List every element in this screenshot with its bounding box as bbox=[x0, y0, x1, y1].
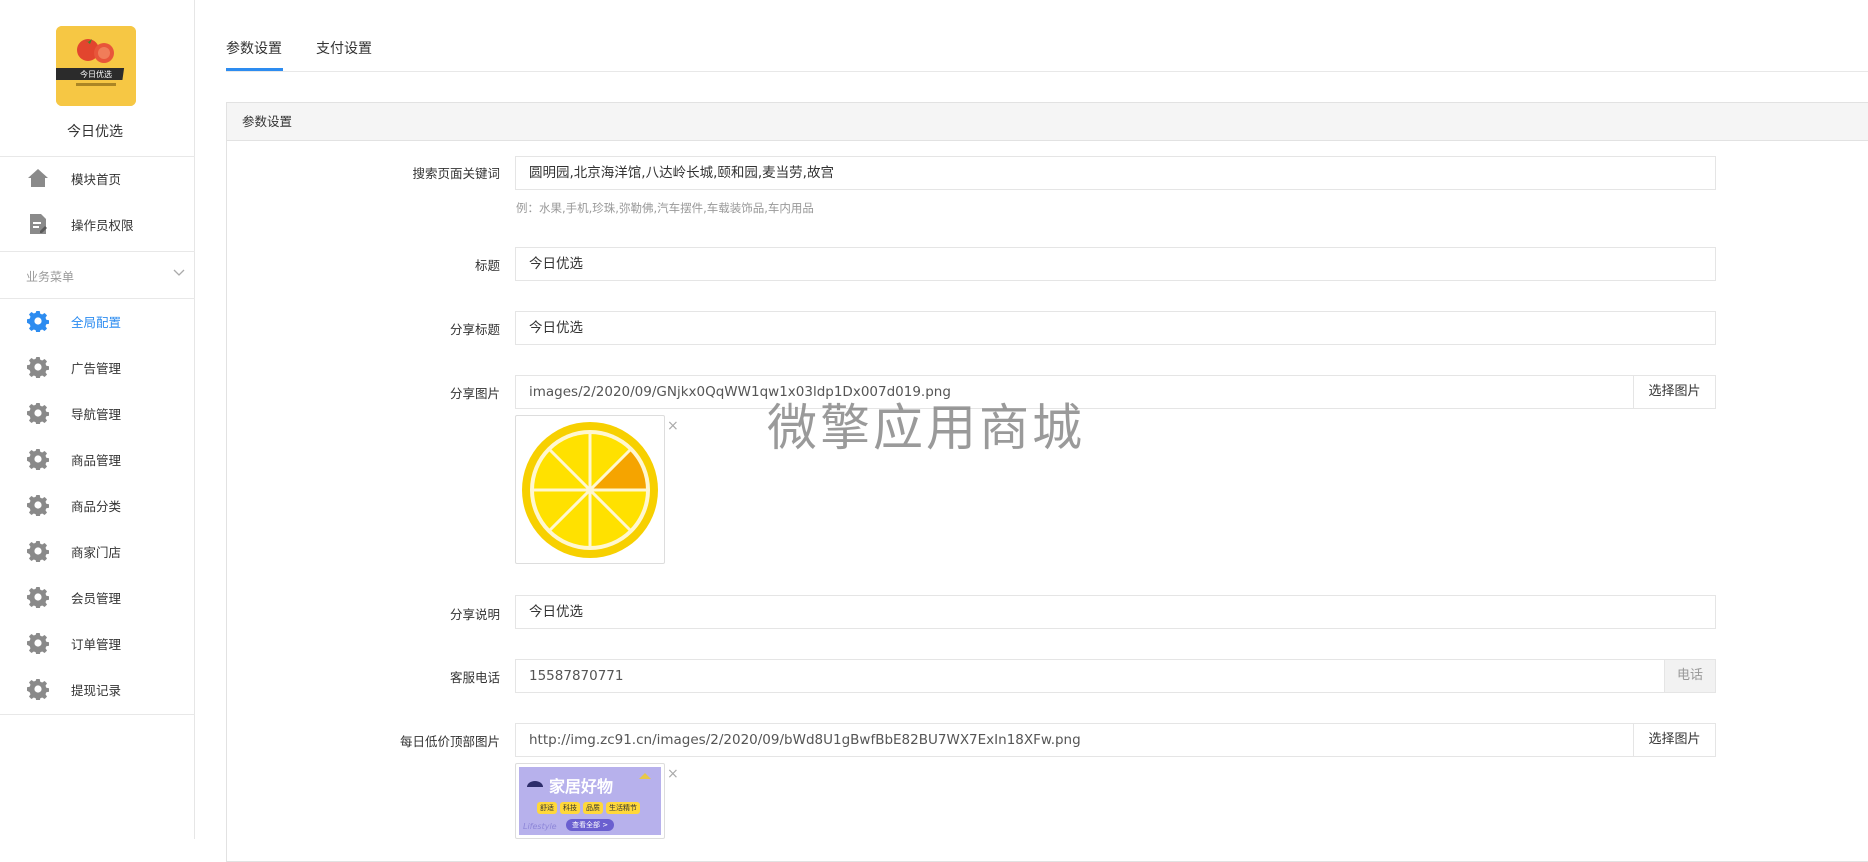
share-desc-label: 分享说明 bbox=[449, 607, 500, 622]
home-icon bbox=[26, 166, 50, 190]
share-title-input[interactable]: 今日优选 bbox=[515, 311, 1716, 345]
watermark-text: 微擎应用商城 bbox=[767, 399, 1085, 457]
lemon-slice-image bbox=[522, 422, 658, 558]
tab-param-settings[interactable]: 参数设置 bbox=[226, 38, 282, 58]
sidebar-item-label: 广告管理 bbox=[71, 360, 122, 376]
home-goods-banner-image: 家居好物 舒适 科技 品质 生活精节 查看全部 > Lifestyle bbox=[519, 767, 661, 835]
search-keywords-label: 搜索页面关键词 bbox=[412, 166, 500, 181]
sidebar-item-module-home[interactable]: 模块首页 bbox=[0, 158, 195, 198]
sidebar-item-label: 操作员权限 bbox=[71, 217, 134, 233]
sidebar-item-9[interactable]: 提现记录 bbox=[0, 669, 195, 709]
sidebar-item-label: 导航管理 bbox=[71, 406, 122, 422]
sidebar-item-label: 订单管理 bbox=[71, 636, 122, 652]
title-input[interactable]: 今日优选 bbox=[515, 247, 1716, 281]
svg-text:今日优选: 今日优选 bbox=[80, 69, 112, 79]
tab-payment-settings[interactable]: 支付设置 bbox=[316, 38, 372, 58]
banner-tag: 生活精节 bbox=[606, 802, 640, 814]
divider bbox=[0, 251, 195, 252]
panel-title: 参数设置 bbox=[227, 103, 1868, 141]
gear-icon bbox=[26, 677, 50, 701]
gear-icon bbox=[26, 631, 50, 655]
shop-logo: 今日优选 bbox=[56, 26, 136, 106]
share-image-label: 分享图片 bbox=[449, 386, 500, 401]
sidebar-item-label: 全局配置 bbox=[71, 314, 122, 330]
divider bbox=[0, 156, 195, 157]
sidebar-item-5[interactable]: 商品分类 bbox=[0, 485, 195, 525]
banner-button: 查看全部 > bbox=[566, 819, 615, 831]
service-phone-label: 客服电话 bbox=[449, 670, 500, 685]
daily-banner-path-input[interactable]: http://img.zc91.cn/images/2/2020/09/bWd8… bbox=[515, 723, 1634, 757]
title-label: 标题 bbox=[474, 258, 500, 273]
sidebar-item-operator-permissions[interactable]: 操作员权限 bbox=[0, 204, 195, 244]
remove-share-image-close-icon[interactable]: × bbox=[667, 418, 679, 434]
divider bbox=[0, 714, 195, 715]
divider bbox=[0, 298, 195, 299]
daily-banner-select-button[interactable]: 选择图片 bbox=[1633, 723, 1716, 757]
gear-icon bbox=[26, 401, 50, 425]
banner-title: 家居好物 bbox=[549, 777, 614, 796]
daily-banner-label: 每日低价顶部图片 bbox=[399, 734, 500, 749]
sidebar: 今日优选 今日优选 模块首页 操作员权限 业务菜单 全局配置广告管理导航管理商品… bbox=[0, 0, 195, 839]
banner-tag: 舒适 bbox=[537, 802, 557, 814]
sidebar-item-2[interactable]: 广告管理 bbox=[0, 347, 195, 387]
chevron-down-icon[interactable] bbox=[173, 266, 185, 281]
banner-corner-text: Lifestyle bbox=[523, 822, 557, 831]
share-title-label: 分享标题 bbox=[449, 322, 500, 337]
tab-bar: 参数设置 支付设置 bbox=[226, 0, 1868, 72]
sidebar-item-label: 商品分类 bbox=[71, 498, 122, 514]
remove-daily-banner-close-icon[interactable]: × bbox=[667, 766, 679, 782]
sidebar-item-7[interactable]: 会员管理 bbox=[0, 577, 195, 617]
menu-group-title: 业务菜单 bbox=[26, 270, 75, 284]
banner-tag: 科技 bbox=[560, 802, 580, 814]
gear-icon bbox=[26, 447, 50, 471]
sidebar-item-4[interactable]: 商品管理 bbox=[0, 439, 195, 479]
sidebar-item-3[interactable]: 导航管理 bbox=[0, 393, 195, 433]
document-edit-icon bbox=[26, 212, 50, 236]
gear-icon bbox=[26, 493, 50, 517]
sidebar-item-1[interactable]: 全局配置 bbox=[0, 301, 195, 341]
banner-tags: 舒适 科技 品质 生活精节 bbox=[537, 802, 640, 814]
sidebar-item-8[interactable]: 订单管理 bbox=[0, 623, 195, 663]
service-phone-input[interactable]: 15587870771 bbox=[515, 659, 1665, 693]
phone-addon: 电话 bbox=[1664, 659, 1716, 693]
gear-icon bbox=[26, 355, 50, 379]
shop-name: 今日优选 bbox=[67, 124, 123, 140]
gear-icon bbox=[26, 539, 50, 563]
sidebar-item-6[interactable]: 商家门店 bbox=[0, 531, 195, 571]
share-image-preview bbox=[515, 415, 665, 564]
gear-icon bbox=[26, 585, 50, 609]
sidebar-item-label: 模块首页 bbox=[71, 171, 122, 187]
share-desc-input[interactable]: 今日优选 bbox=[515, 595, 1716, 629]
search-keywords-input[interactable]: 圆明园,北京海洋馆,八达岭长城,颐和园,麦当劳,故宫 bbox=[515, 156, 1716, 190]
sidebar-item-label: 商品管理 bbox=[71, 452, 122, 468]
search-keywords-help: 例：水果,手机,珍珠,弥勒佛,汽车摆件,车载装饰品,车内用品 bbox=[516, 201, 814, 215]
daily-banner-preview: 家居好物 舒适 科技 品质 生活精节 查看全部 > Lifestyle bbox=[515, 763, 665, 839]
active-tab-indicator bbox=[226, 68, 283, 71]
share-image-select-button[interactable]: 选择图片 bbox=[1633, 375, 1716, 409]
sidebar-item-label: 提现记录 bbox=[71, 682, 122, 698]
sidebar-item-label: 商家门店 bbox=[71, 544, 122, 560]
sidebar-item-label: 会员管理 bbox=[71, 590, 122, 606]
banner-tag: 品质 bbox=[583, 802, 603, 814]
gear-icon bbox=[26, 309, 50, 333]
